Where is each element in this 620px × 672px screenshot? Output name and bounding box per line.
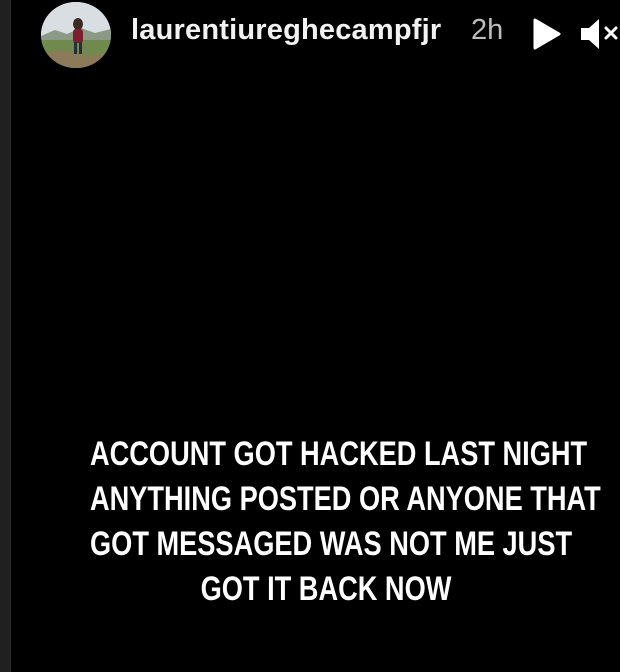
caption-line: ACCOUNT GOT HACKED LAST NIGHT <box>90 435 588 473</box>
profile-avatar[interactable] <box>41 2 111 68</box>
play-icon <box>533 18 561 50</box>
window-frame: laurentiureghecampfjr 2h ACCOUNT GOT HAC… <box>0 0 620 672</box>
avatar-photo <box>41 2 111 68</box>
volume-muted-icon <box>581 19 618 49</box>
caption-line: GOT IT BACK NOW <box>200 570 452 608</box>
story-username[interactable]: laurentiureghecampfjr <box>131 14 441 47</box>
story-timestamp: 2h <box>471 14 504 46</box>
play-button[interactable] <box>527 16 563 52</box>
mute-button[interactable] <box>579 14 620 54</box>
story-viewer: laurentiureghecampfjr 2h ACCOUNT GOT HAC… <box>10 0 620 672</box>
story-header: laurentiureghecampfjr 2h <box>11 0 620 72</box>
caption-line: ANYTHING POSTED OR ANYONE THAT <box>90 480 601 518</box>
caption-line: GOT MESSAGED WAS NOT ME JUST <box>90 525 573 563</box>
story-caption: ACCOUNT GOT HACKED LAST NIGHT ANYTHING P… <box>90 432 601 612</box>
